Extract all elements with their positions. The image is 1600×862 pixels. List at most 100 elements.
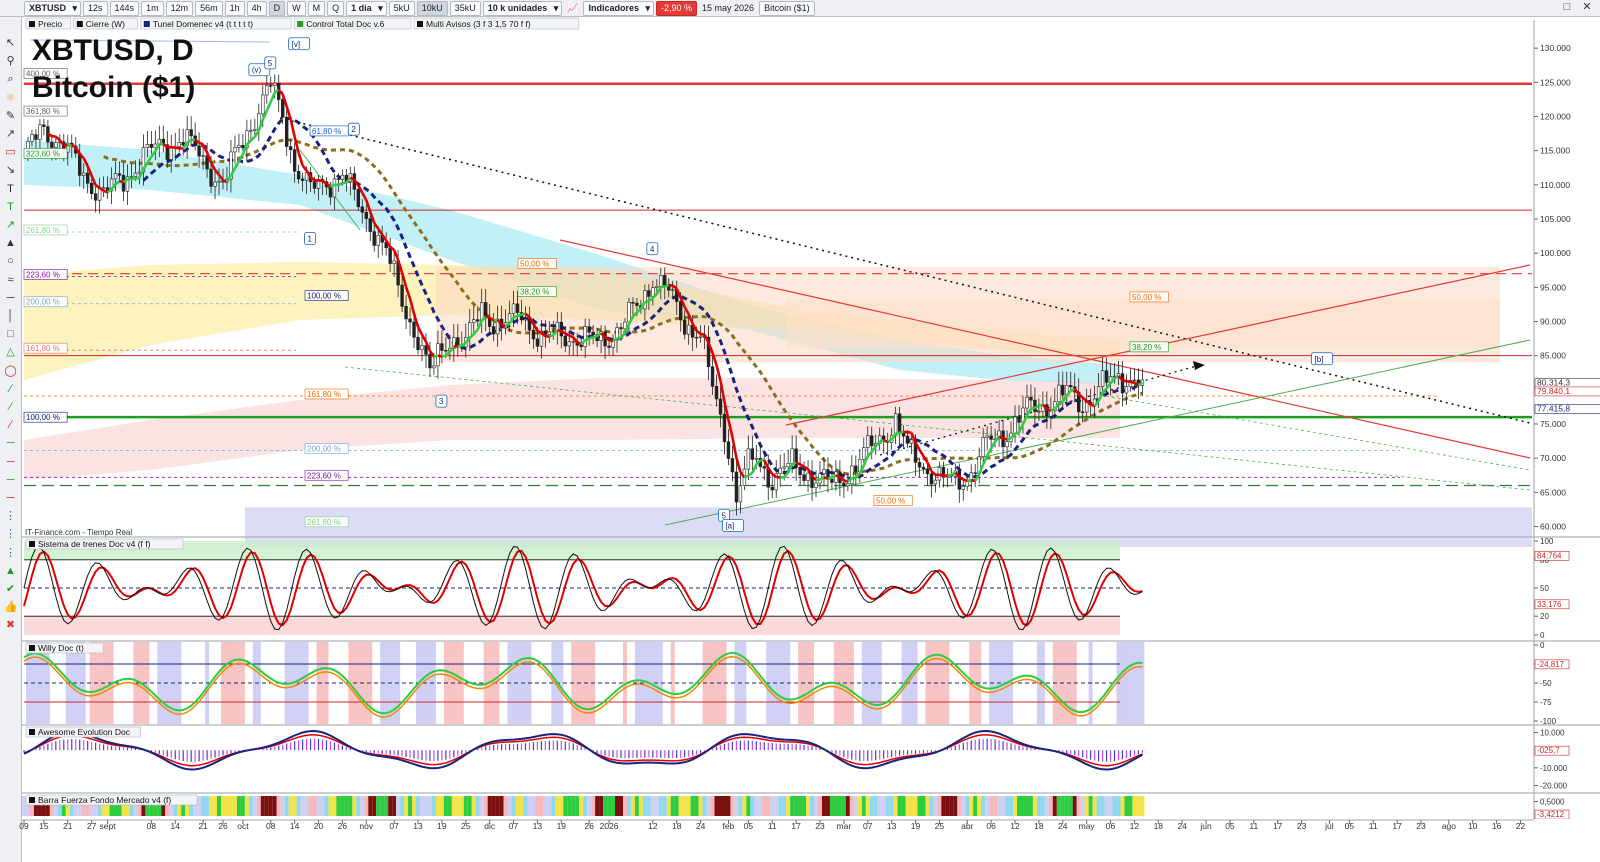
candle-body (965, 481, 969, 487)
signal-ma-segment (564, 332, 570, 337)
candle-body (241, 145, 245, 149)
force-bar (559, 796, 564, 816)
pane-value-label: 33,176 (1537, 600, 1562, 609)
candle-body (738, 485, 743, 503)
force-bar (1108, 796, 1113, 816)
candle-body (535, 338, 540, 347)
force-bar (420, 796, 424, 816)
pane-tick-label: -50 (1540, 679, 1552, 688)
candle-body (678, 301, 683, 321)
force-bar (368, 796, 373, 816)
candle-body (734, 471, 739, 503)
signal-ma-segment (253, 129, 260, 138)
candle-body (456, 337, 460, 346)
signal-ma-segment (874, 440, 881, 448)
force-bar (531, 796, 536, 816)
candle-body (189, 129, 193, 137)
force-bar (925, 796, 930, 816)
force-bar (571, 796, 576, 816)
willy-bar (1132, 642, 1137, 724)
candle-body (34, 134, 38, 140)
force-bar (845, 796, 850, 816)
fibo-label-17: 38,20 % (1132, 343, 1161, 352)
candle-body (133, 172, 138, 177)
force-bar (794, 796, 799, 816)
force-bar (965, 796, 970, 816)
price-label: 79.840,1 (1537, 386, 1570, 396)
wave-label-1: 5 (268, 59, 273, 68)
signal-ma-segment (548, 333, 554, 338)
time-tick-label: 24 (1058, 821, 1068, 831)
force-bar (750, 796, 755, 816)
candle-body (412, 321, 416, 338)
force-bar (408, 796, 413, 816)
candle-body (909, 439, 914, 444)
candle-body (292, 149, 297, 172)
chart-canvas: 130.000125.000120.000115.000110.000105.0… (19, 17, 1600, 862)
time-tick-label: 21 (198, 821, 208, 831)
force-bar (706, 796, 711, 816)
force-bar (730, 796, 735, 816)
force-bar (742, 796, 747, 816)
signal-ma-segment (907, 430, 912, 435)
force-bar (937, 796, 942, 816)
force-bar (1112, 796, 1117, 816)
time-tick-label: 20 (314, 821, 324, 831)
candle-body (1080, 411, 1085, 413)
legend-item-2: Tunel Domenec v4 (t t t t t) (153, 19, 253, 29)
signal-ma-segment (835, 474, 841, 479)
force-bar (336, 796, 341, 816)
time-tick-label: 06 (1106, 821, 1116, 831)
force-bar (1052, 796, 1057, 816)
indicator-pane-2: 0-25-50-75-100Willy Doc (t)-24,817 (22, 640, 1600, 726)
force-bar (1005, 796, 1010, 816)
force-bar (909, 796, 914, 816)
force-bar (615, 796, 620, 816)
candle-body (1100, 370, 1105, 387)
candle-body (237, 145, 241, 148)
force-bar (1140, 796, 1145, 816)
force-bar (913, 796, 918, 816)
fibo-label-18: 50,00 % (876, 497, 905, 506)
force-bar (849, 796, 854, 816)
time-tick-label: may (1079, 821, 1096, 831)
force-bar (638, 796, 643, 816)
candle-body (850, 465, 854, 485)
indicator-pane-4: 0,5000 Barra Fuerza Fondo Mercado v4 (f) -… (22, 792, 1600, 820)
force-bar (332, 796, 337, 816)
force-bar (642, 796, 647, 816)
price-tick-label: 105.000 (1540, 214, 1571, 224)
candle-body (440, 343, 444, 351)
time-tick-label: 22 (1516, 821, 1526, 831)
force-bar (1080, 796, 1085, 816)
candle-body (400, 284, 404, 307)
force-bar (248, 796, 253, 816)
force-bar (221, 796, 225, 816)
signal-ma-segment (119, 180, 124, 184)
signal-ma-segment (437, 354, 443, 358)
candle-body (42, 124, 46, 127)
force-bar (607, 796, 612, 816)
signal-ma-segment (521, 312, 526, 316)
force-bar (829, 796, 834, 816)
candle-body (121, 174, 126, 192)
force-bar (471, 796, 476, 816)
signal-ma-segment (289, 118, 296, 138)
candle-body (117, 173, 122, 176)
force-bar (1132, 796, 1137, 816)
time-tick-label: 08 (147, 821, 157, 831)
force-bar (380, 796, 385, 816)
signal-ma-segment (54, 135, 61, 142)
oversold-zone (24, 616, 1120, 635)
signal-ma-segment (791, 461, 797, 466)
force-bar (897, 796, 902, 816)
force-bar (1128, 796, 1133, 816)
signal-ma-segment (71, 144, 77, 149)
force-bar (579, 796, 584, 816)
candle-body (145, 144, 150, 148)
signal-ma-segment (588, 335, 594, 340)
fibo-label-11: 223,60 % (307, 471, 341, 480)
force-bar (344, 796, 349, 816)
force-bar (396, 796, 401, 816)
oscillator-line-b (23, 734, 1143, 767)
